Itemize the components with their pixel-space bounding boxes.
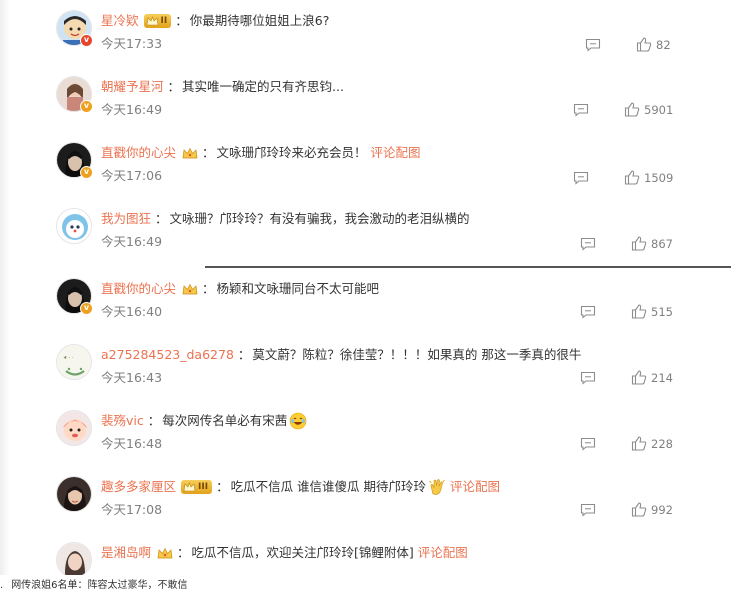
comment-time: 今天16:43 <box>101 370 163 385</box>
crown-badge-icon <box>157 547 173 559</box>
comment-item: 我为图狂 ： 文咏珊？邝玲玲？有没有骗我，我会激动的老泪纵横的 今天16:49 … <box>0 200 731 266</box>
thumbs-up-icon[interactable] <box>624 102 640 117</box>
comment-text: 吃瓜不信瓜，欢迎关注邝玲玲[锦鲤附体] <box>191 545 414 560</box>
like-count: 867 <box>651 237 673 251</box>
caption-text: 网传浪姐6名单：阵容太过豪华，不敢信 <box>11 580 188 591</box>
thumbs-up-icon[interactable] <box>631 502 647 517</box>
clap-emoji-icon <box>428 478 446 496</box>
comment-text: 每次网传名单必有宋茜 <box>162 413 288 428</box>
avatar[interactable] <box>56 410 92 446</box>
thumbs-up-icon[interactable] <box>631 370 647 385</box>
comment-reply-icon[interactable] <box>573 103 589 117</box>
comment-time: 今天16:40 <box>101 304 163 319</box>
comment-item: v 直戳你的心尖 ： 杨颖和文咏珊同台不太可能吧 今天16:40 515 <box>0 270 731 336</box>
comment-image-link[interactable]: 评论配图 <box>371 144 421 162</box>
divider <box>205 266 731 268</box>
avatar[interactable]: ∗ · · <box>56 344 92 380</box>
vip-level-badge-icon: III <box>181 480 213 494</box>
avatar[interactable] <box>56 542 92 575</box>
colon: ： <box>147 413 161 428</box>
comment-item: 趣多多家厘区 III ： 吃瓜不信瓜 谁信谁傻瓜 期待邝玲玲 评论配图 今天17… <box>0 468 731 534</box>
comment-item: ∗ · · a275284523_da6278 ： 莫文蔚？陈粒？徐佳莹？！！！… <box>0 336 731 402</box>
thumbs-up-icon[interactable] <box>624 170 640 185</box>
comment-time: 今天16:48 <box>101 436 163 451</box>
like-count: 82 <box>656 38 671 52</box>
colon: ： <box>202 145 215 160</box>
caption-bullet: . <box>0 580 4 591</box>
svg-text:∗ · ·: ∗ · · <box>63 355 74 361</box>
colon: ： <box>177 545 190 560</box>
username[interactable]: 趣多多家厘区 <box>101 478 176 496</box>
colon: ： <box>175 13 188 28</box>
thumbs-up-icon[interactable] <box>631 304 647 319</box>
verified-badge-icon: v <box>80 100 93 113</box>
like-count: 515 <box>651 305 673 319</box>
thumbs-up-icon[interactable] <box>631 436 647 451</box>
comment-reply-icon[interactable] <box>580 371 596 385</box>
avatar[interactable] <box>56 476 92 512</box>
colon: ： <box>167 79 181 94</box>
verified-badge-icon: v <box>80 34 93 47</box>
comment-time: 今天17:08 <box>101 502 163 517</box>
comment-text: 其实唯一确定的只有齐思钧... <box>182 79 344 94</box>
comment-item: 裴殇vic ： 每次网传名单必有宋茜 今天16:48 228 <box>0 402 731 468</box>
comment-text: 文咏珊邝玲玲来必充会员！ <box>216 145 367 160</box>
thumbs-up-icon[interactable] <box>636 37 652 52</box>
like-count: 992 <box>651 503 673 517</box>
comment-text: 吃瓜不信瓜 谁信谁傻瓜 期待邝玲玲 <box>230 479 427 494</box>
colon: ： <box>216 479 229 494</box>
username[interactable]: 直戳你的心尖 <box>101 144 176 162</box>
comment-text: 莫文蔚？陈粒？徐佳莹？！！！如果真的 那这一季真的很牛 <box>252 347 582 362</box>
verified-badge-icon: v <box>80 166 93 179</box>
vip-level: II <box>160 16 168 26</box>
like-count: 1509 <box>644 171 674 185</box>
crown-badge-icon <box>182 283 198 295</box>
verified-badge-icon: v <box>80 302 93 315</box>
avatar[interactable] <box>56 208 92 244</box>
username[interactable]: 是湘岛啊 <box>101 544 151 562</box>
comment-item: v 朝耀予星河 ： 其实唯一确定的只有齐思钧... 今天16:49 5901 <box>0 68 731 134</box>
comment-time: 今天16:49 <box>101 234 163 249</box>
vip-level-badge-icon: II <box>143 14 172 28</box>
comment-time: 今天17:33 <box>101 36 163 51</box>
comment-image-link[interactable]: 评论配图 <box>418 544 468 562</box>
colon: ： <box>155 211 168 226</box>
colon: ： <box>237 347 251 362</box>
comment-reply-icon[interactable] <box>585 38 601 52</box>
like-count: 214 <box>651 371 673 385</box>
username[interactable]: 星冷欵 <box>101 12 139 30</box>
comment-reply-icon[interactable] <box>580 305 596 319</box>
comment-text: 你最期待哪位姐姐上浪6? <box>189 13 330 28</box>
comment-feed: v 星冷欵 II ： 你最期待哪位姐姐上浪6? 今天17:33 82 v 朝耀予… <box>0 0 731 575</box>
vip-level: III <box>198 482 209 492</box>
article-caption: . 网传浪姐6名单：阵容太过豪华，不敢信 <box>0 579 188 593</box>
comment-item: v 直戳你的心尖 ： 文咏珊邝玲玲来必充会员！ 评论配图 今天17:06 150… <box>0 134 731 200</box>
comment-image-link[interactable]: 评论配图 <box>450 478 500 496</box>
colon: ： <box>202 281 215 296</box>
like-count: 228 <box>651 437 673 451</box>
comment-item: 是湘岛啊 ： 吃瓜不信瓜，欢迎关注邝玲玲[锦鲤附体] 评论配图 <box>0 534 731 575</box>
comment-time: 今天16:49 <box>101 102 163 117</box>
comment-text: 文咏珊？邝玲玲？有没有骗我，我会激动的老泪纵横的 <box>169 211 470 226</box>
comment-time: 今天17:06 <box>101 168 163 183</box>
thumbs-up-icon[interactable] <box>631 236 647 251</box>
comment-reply-icon[interactable] <box>580 437 596 451</box>
laugh-emoji-icon <box>289 412 307 430</box>
username[interactable]: 裴殇vic <box>101 412 144 430</box>
comment-text: 杨颖和文咏珊同台不太可能吧 <box>216 281 380 296</box>
username[interactable]: 朝耀予星河 <box>101 78 164 96</box>
like-count: 5901 <box>644 103 674 117</box>
comment-reply-icon[interactable] <box>580 503 596 517</box>
crown-badge-icon <box>182 147 198 159</box>
username[interactable]: 直戳你的心尖 <box>101 280 176 298</box>
comment-reply-icon[interactable] <box>573 171 589 185</box>
comment-reply-icon[interactable] <box>580 237 596 251</box>
username[interactable]: 我为图狂 <box>101 210 151 228</box>
comment-item: v 星冷欵 II ： 你最期待哪位姐姐上浪6? 今天17:33 82 <box>0 2 731 68</box>
username[interactable]: a275284523_da6278 <box>101 346 234 364</box>
